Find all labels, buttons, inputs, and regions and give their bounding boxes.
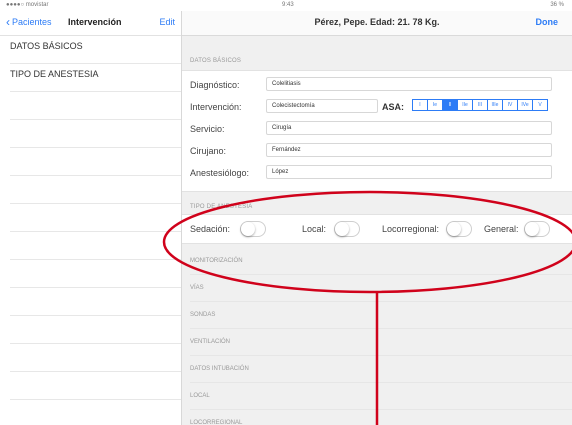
asa-option-iv[interactable]: IV <box>502 99 518 111</box>
asa-option-v[interactable]: V <box>532 99 548 111</box>
list-item <box>10 372 181 400</box>
detail-pane: Pérez, Pepe. Edad: 21. 78 Kg. Done DATOS… <box>182 11 572 425</box>
anestesiologo-field[interactable]: López <box>266 165 552 179</box>
list-item <box>10 344 181 372</box>
patient-title: Pérez, Pepe. Edad: 21. 78 Kg. <box>314 17 440 27</box>
master-nav-bar: ‹ Pacientes Intervención Edit <box>0 11 181 36</box>
sidebar-item-tipo-anestesia[interactable]: TIPO DE ANESTESIA <box>10 64 181 92</box>
asa-segmented-control: I Ie II IIe III IIIe IV IVe V <box>412 99 548 111</box>
list-item <box>10 288 181 316</box>
servicio-field[interactable]: Cirugía <box>266 121 552 135</box>
anestesiologo-row: Anestesiólogo: López <box>182 163 572 185</box>
cirujano-field[interactable]: Fernández <box>266 143 552 157</box>
tipo-anestesia-card: Sedación: Local: Locorregional: General: <box>182 214 572 244</box>
servicio-label: Servicio: <box>190 124 225 134</box>
done-button[interactable]: Done <box>536 17 559 27</box>
datos-basicos-card: Diagnóstico: Colelitiasis Intervención: … <box>182 70 572 192</box>
section-datos-intubacion[interactable]: DATOS INTUBACIÓN <box>190 356 572 383</box>
general-label: General: <box>484 224 519 234</box>
master-pane: ‹ Pacientes Intervención Edit DATOS BÁSI… <box>0 11 182 425</box>
asa-option-iii[interactable]: III <box>472 99 488 111</box>
back-label: Pacientes <box>12 17 52 27</box>
list-item <box>10 120 181 148</box>
battery-level: 36 % <box>550 2 564 8</box>
back-button[interactable]: ‹ Pacientes <box>6 14 52 29</box>
intervencion-label: Intervención: <box>190 102 242 112</box>
local-switch[interactable] <box>334 221 360 237</box>
list-item <box>10 232 181 260</box>
diagnostico-field[interactable]: Colelitiasis <box>266 77 552 91</box>
local-label: Local: <box>302 224 327 234</box>
list-item <box>10 260 181 288</box>
sidebar-item-datos-basicos[interactable]: DATOS BÁSICOS <box>10 36 181 64</box>
section-locorregional[interactable]: LOCORREGIONAL <box>190 410 572 425</box>
section-local[interactable]: LOCAL <box>190 383 572 410</box>
locorregional-switch[interactable] <box>446 221 472 237</box>
diagnostico-row: Diagnóstico: Colelitiasis <box>182 75 572 97</box>
chevron-left-icon: ‹ <box>6 14 10 29</box>
list-item <box>10 92 181 120</box>
datos-basicos-header: DATOS BÁSICOS <box>190 58 242 64</box>
list-item <box>10 204 181 232</box>
list-item <box>10 148 181 176</box>
locorregional-label: Locorregional: <box>382 224 440 234</box>
list-item <box>10 176 181 204</box>
intervencion-row: Intervención: Colecistectomía ASA: I Ie … <box>182 97 572 119</box>
tipo-anestesia-header: TIPO DE ANESTESIA <box>190 204 253 210</box>
asa-option-iie[interactable]: IIe <box>457 99 473 111</box>
intervencion-field[interactable]: Colecistectomía <box>266 99 378 113</box>
cirujano-label: Cirujano: <box>190 146 227 156</box>
cirujano-row: Cirujano: Fernández <box>182 141 572 163</box>
list-item <box>10 316 181 344</box>
master-title: Intervención <box>68 17 122 27</box>
section-ventilacion[interactable]: VENTILACIÓN <box>190 329 572 356</box>
anestesiologo-label: Anestesiólogo: <box>190 168 250 178</box>
general-switch[interactable] <box>524 221 550 237</box>
asa-option-ie[interactable]: Ie <box>427 99 443 111</box>
asa-label: ASA: <box>382 102 404 112</box>
asa-option-iiie[interactable]: IIIe <box>487 99 503 111</box>
servicio-row: Servicio: Cirugía <box>182 119 572 141</box>
asa-option-ive[interactable]: IVe <box>517 99 533 111</box>
asa-option-i[interactable]: I <box>412 99 428 111</box>
section-monitorizacion[interactable]: MONITORIZACIÓN <box>190 248 572 275</box>
asa-option-ii[interactable]: II <box>442 99 458 111</box>
diagnostico-label: Diagnóstico: <box>190 80 240 90</box>
clock: 9:43 <box>282 2 294 8</box>
carrier-label: ●●●●○ movistar <box>6 2 49 8</box>
sedacion-label: Sedación: <box>190 224 231 234</box>
sedacion-switch[interactable] <box>240 221 266 237</box>
detail-nav-bar: Pérez, Pepe. Edad: 21. 78 Kg. Done <box>182 11 572 36</box>
edit-button[interactable]: Edit <box>159 17 175 27</box>
section-list: MONITORIZACIÓN VÍAS SONDAS VENTILACIÓN D… <box>182 248 572 425</box>
section-sondas[interactable]: SONDAS <box>190 302 572 329</box>
status-bar: ●●●●○ movistar 9:43 36 % <box>0 0 572 11</box>
section-vias[interactable]: VÍAS <box>190 275 572 302</box>
